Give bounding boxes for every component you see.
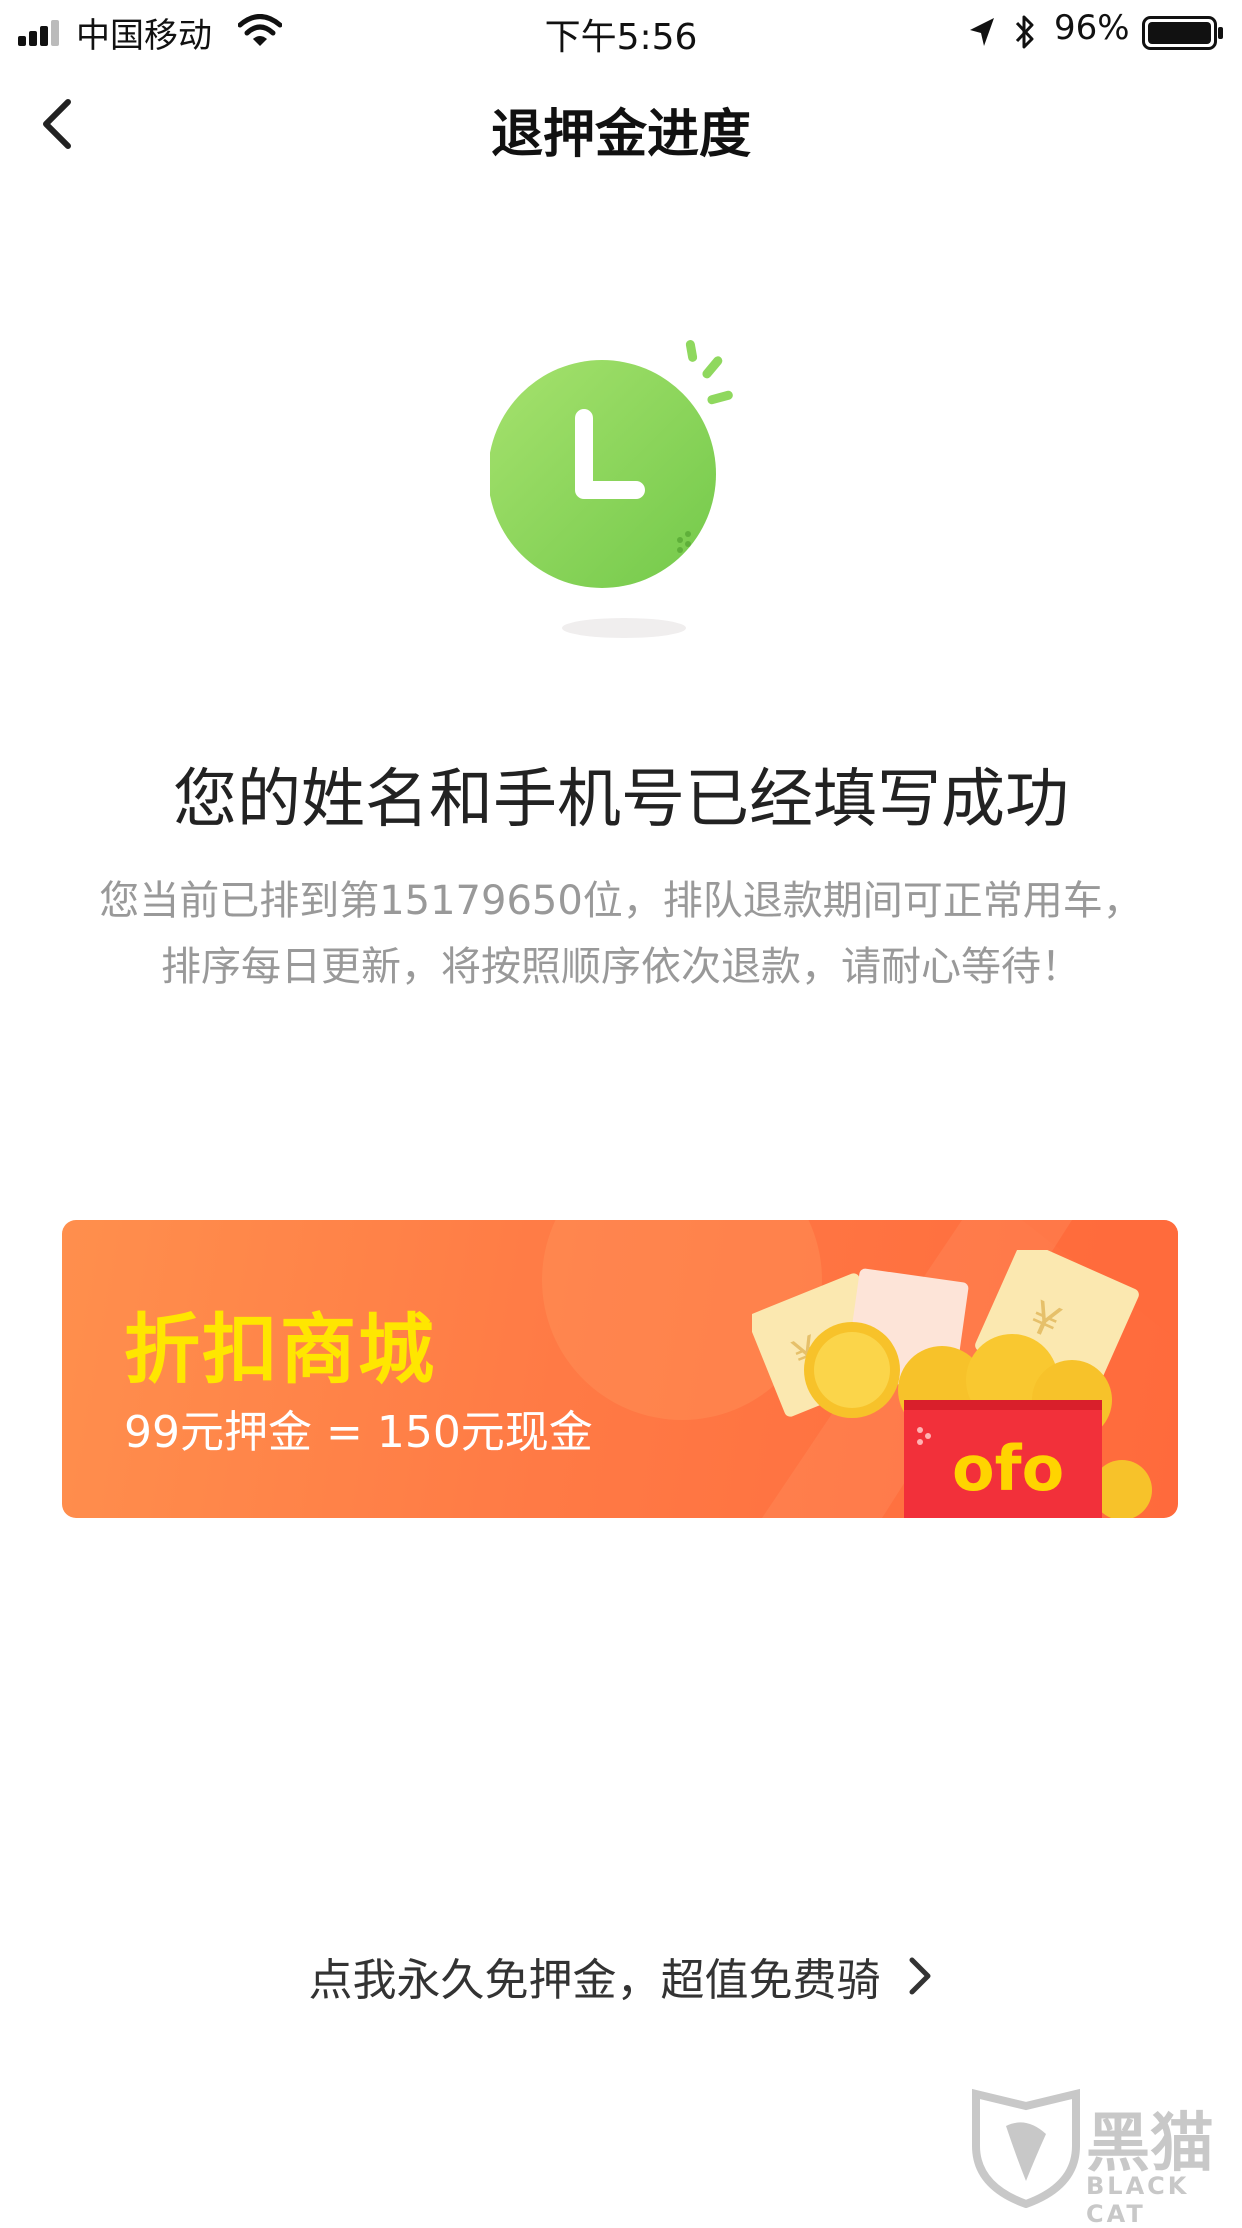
chevron-right-icon: [909, 1957, 931, 1995]
watermark-subtext: BLACK CAT: [1086, 2172, 1190, 2228]
page-title: 退押金进度: [490, 105, 751, 165]
queue-description: 您当前已排到第15179650位，排队退款期间可正常用车，排序每日更新，将按照顺…: [99, 878, 1143, 990]
success-headline: 您的姓名和手机号已经填写成功: [173, 763, 1069, 837]
banner-title: 折扣商城: [124, 1305, 436, 1394]
status-bar: 中国移动 下午5:56 96%: [0, 0, 1242, 64]
bluetooth-icon: [1015, 15, 1034, 49]
battery-icon: [1142, 16, 1223, 50]
battery-percent: 96%: [1054, 8, 1130, 48]
watermark-text: 黑猫: [1086, 2107, 1214, 2181]
deposit-free-link-label: 点我永久免押金，超值免费骑: [308, 1955, 881, 2006]
red-envelope-icon: ¥ ¥ ofo: [752, 1250, 1152, 1518]
ofo-logo: ofo: [952, 1432, 1064, 1505]
discount-mall-banner[interactable]: 折扣商城 99元押金 = 150元现金 ¥ ¥ ofo: [62, 1220, 1178, 1518]
deposit-free-link[interactable]: 点我永久免押金，超值免费骑: [0, 1944, 1242, 2008]
clock-icon: [490, 340, 733, 638]
location-icon: [970, 18, 994, 46]
navigation-bar: 退押金进度: [0, 64, 1242, 184]
banner-subtitle: 99元押金 = 150元现金: [124, 1407, 593, 1458]
